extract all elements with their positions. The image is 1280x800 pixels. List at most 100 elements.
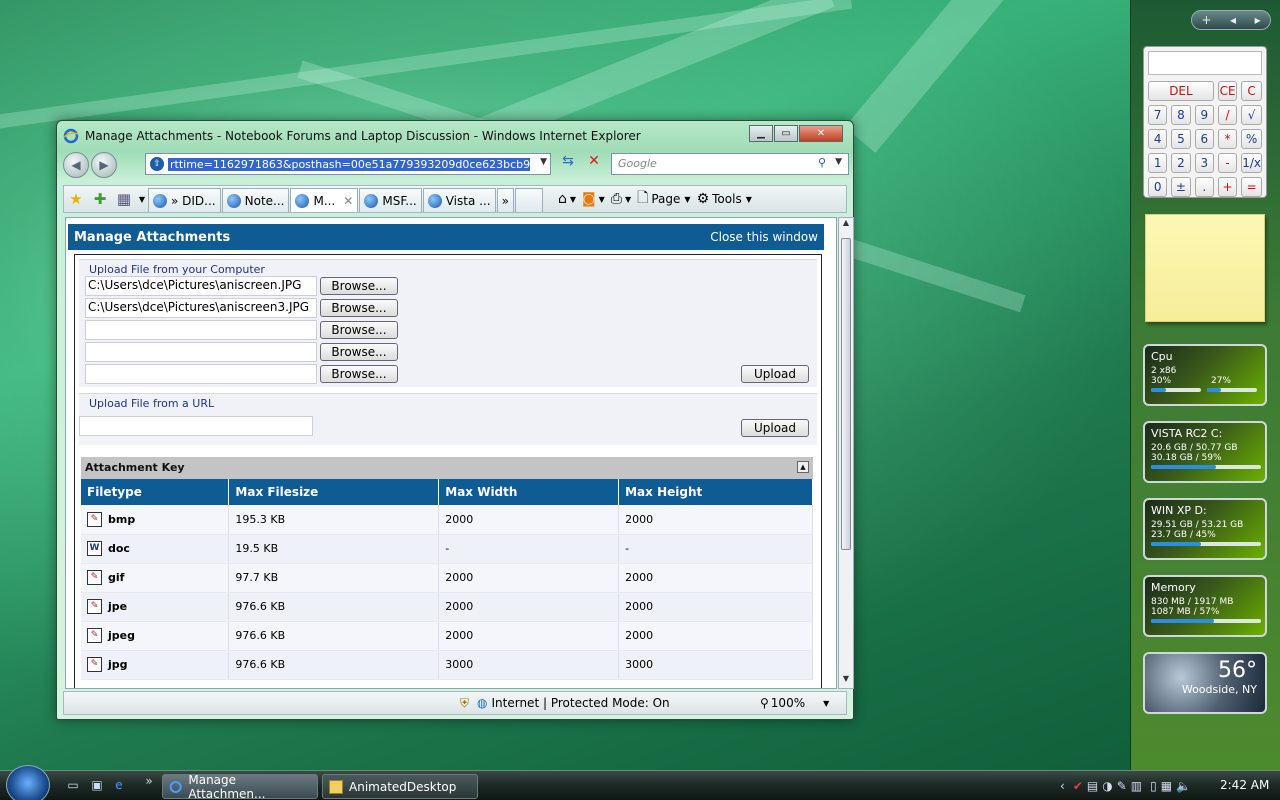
calculator-key[interactable]: CE	[1217, 81, 1238, 101]
upload-url-button[interactable]: Upload	[741, 419, 809, 437]
browse-button[interactable]: Browse...	[320, 277, 398, 295]
new-tab-button[interactable]	[514, 188, 543, 212]
zoom-control[interactable]: ⚲ 100% ▼	[760, 696, 829, 710]
calculator-key[interactable]: +	[1217, 177, 1238, 197]
home-button[interactable]: ⌂ ▼	[558, 191, 576, 207]
file-path-input[interactable]: C:\Users\dce\Pictures\aniscreen3.JPG	[85, 298, 317, 318]
feeds-button[interactable]: ◙ ▼	[582, 191, 605, 207]
print-button[interactable]: ⎙ ▼	[611, 191, 631, 207]
back-button[interactable]: ◀	[63, 152, 89, 178]
calculator-key[interactable]: 2	[1171, 153, 1191, 173]
next-icon[interactable]: ▸	[1255, 13, 1261, 27]
browse-button[interactable]: Browse...	[320, 343, 398, 361]
file-path-input[interactable]	[85, 342, 317, 362]
calculator-key[interactable]: 7	[1148, 105, 1168, 125]
calculator-key[interactable]: DEL	[1148, 81, 1214, 101]
browse-button[interactable]: Browse...	[320, 365, 398, 383]
favorites-star-icon[interactable]: ★	[64, 188, 88, 210]
calculator-key[interactable]: 1	[1148, 153, 1168, 173]
add-favorites-icon[interactable]: ✚	[88, 188, 112, 210]
sidebar-tray-icon[interactable]: ▯	[1150, 779, 1157, 793]
calculator-key[interactable]: 0	[1148, 177, 1168, 197]
calculator-key[interactable]: 9	[1194, 105, 1214, 125]
window-titlebar[interactable]: Manage Attachments - Notebook Forums and…	[63, 125, 847, 147]
forward-button[interactable]: ▶	[91, 152, 117, 178]
calculator-key[interactable]: C	[1241, 81, 1262, 101]
tray-expand-icon[interactable]: ‹	[1060, 779, 1065, 793]
stop-button[interactable]: ✕	[583, 153, 605, 175]
browse-button[interactable]: Browse...	[320, 299, 398, 317]
upload-computer-button[interactable]: Upload	[741, 365, 809, 383]
calculator-key[interactable]: -	[1217, 153, 1238, 173]
quick-tabs-icon[interactable]: ▦	[112, 188, 136, 210]
collapse-icon[interactable]: ▲	[797, 461, 809, 473]
close-button[interactable]: ✕	[799, 125, 843, 142]
tray-app-icon[interactable]: ◑	[1102, 779, 1112, 793]
vertical-scrollbar[interactable]: ▲ ▼	[838, 217, 854, 689]
prev-icon[interactable]: ◂	[1230, 13, 1236, 27]
clock[interactable]: 2:42 AM	[1220, 778, 1269, 792]
address-bar[interactable]: ⇧ rttime=1162971863&posthash=00e51a77939…	[145, 153, 551, 175]
calculator-key[interactable]: 4	[1148, 129, 1168, 149]
calculator-key[interactable]: .	[1194, 177, 1214, 197]
show-desktop-icon[interactable]: ▭	[64, 778, 82, 794]
search-dropdown-icon[interactable]: ▼	[835, 157, 842, 167]
calculator-key[interactable]: *	[1217, 129, 1238, 149]
refresh-button[interactable]: ⇆	[557, 153, 579, 175]
tools-menu[interactable]: ⚙ Tools ▼	[697, 191, 752, 207]
calculator-key[interactable]: 8	[1171, 105, 1191, 125]
quicklaunch-more-icon[interactable]: »	[140, 774, 158, 790]
sidebar-controls[interactable]: + ◂ ▸	[1191, 10, 1271, 30]
calculator-key[interactable]: 3	[1194, 153, 1214, 173]
address-url[interactable]: rttime=1162971863&posthash=00e51a7793932…	[168, 157, 530, 171]
calculator-key[interactable]: =	[1241, 177, 1262, 197]
calculator-key[interactable]: √	[1241, 105, 1262, 125]
browser-tab[interactable]: » DID...	[148, 188, 221, 212]
switch-windows-icon[interactable]: ▣	[88, 778, 106, 794]
scroll-down-icon[interactable]: ▼	[839, 674, 853, 688]
network-icon[interactable]: ▤	[1087, 779, 1098, 793]
browse-button[interactable]: Browse...	[320, 321, 398, 339]
weather-gadget[interactable]: 56° Woodside, NY	[1143, 652, 1267, 714]
address-dropdown-icon[interactable]: ▼	[540, 157, 547, 167]
network-icon[interactable]: ▦	[1161, 779, 1172, 793]
close-window-link[interactable]: Close this window	[710, 230, 818, 244]
tab-overflow[interactable]: »	[496, 188, 514, 212]
start-button[interactable]	[6, 765, 50, 800]
search-icon[interactable]: ⚲	[818, 156, 826, 169]
browser-tab[interactable]: Vista ...	[422, 188, 496, 212]
file-path-input[interactable]	[85, 320, 317, 340]
url-input[interactable]	[79, 416, 313, 436]
tab-list-dropdown-icon[interactable]: ▼	[136, 188, 148, 210]
attachment-key-table: Filetype Max Filesize Max Width Max Height …	[81, 479, 813, 680]
scrollbar-thumb[interactable]	[841, 238, 851, 550]
close-tab-icon[interactable]: ✕	[343, 194, 353, 208]
ie-quicklaunch-icon[interactable]: e	[110, 778, 128, 794]
task-manage-attachments[interactable]: Manage Attachmen...	[162, 773, 318, 800]
calculator-key[interactable]: 6	[1194, 129, 1214, 149]
scroll-up-icon[interactable]: ▲	[839, 218, 853, 232]
tray-app-icon[interactable]: ✎	[1117, 779, 1127, 793]
add-gadget-icon[interactable]: +	[1201, 13, 1211, 27]
browser-tab[interactable]: MSF...	[359, 188, 422, 212]
search-box[interactable]: Google ⚲ ▼	[611, 153, 849, 175]
filetype-cell: ✎ jpeg	[81, 621, 230, 651]
page-menu[interactable]: 🗋 Page ▼	[637, 187, 690, 211]
tray-app-icon[interactable]: ✔	[1073, 779, 1083, 793]
minimize-button[interactable]: ▁	[749, 125, 773, 142]
security-zone[interactable]: ⛨ ◍ Internet | Protected Mode: On	[460, 696, 670, 711]
volume-icon[interactable]: 🔈	[1176, 779, 1191, 793]
browser-tab[interactable]: M... ✕	[290, 188, 359, 212]
task-animated-desktop[interactable]: AnimatedDesktop	[322, 774, 478, 799]
maximize-button[interactable]: ▭	[774, 125, 798, 142]
browser-tab[interactable]: Note...	[221, 188, 290, 212]
calculator-key[interactable]: ±	[1171, 177, 1191, 197]
calculator-key[interactable]: 1/x	[1241, 153, 1262, 173]
file-path-input[interactable]: C:\Users\dce\Pictures\aniscreen.JPG	[85, 276, 317, 296]
calculator-key[interactable]: /	[1217, 105, 1238, 125]
file-path-input[interactable]	[85, 364, 317, 384]
calculator-key[interactable]: 5	[1171, 129, 1191, 149]
sticky-note-gadget[interactable]	[1145, 214, 1265, 322]
tray-app-icon[interactable]: ▥	[1131, 779, 1142, 793]
calculator-key[interactable]: %	[1241, 129, 1262, 149]
